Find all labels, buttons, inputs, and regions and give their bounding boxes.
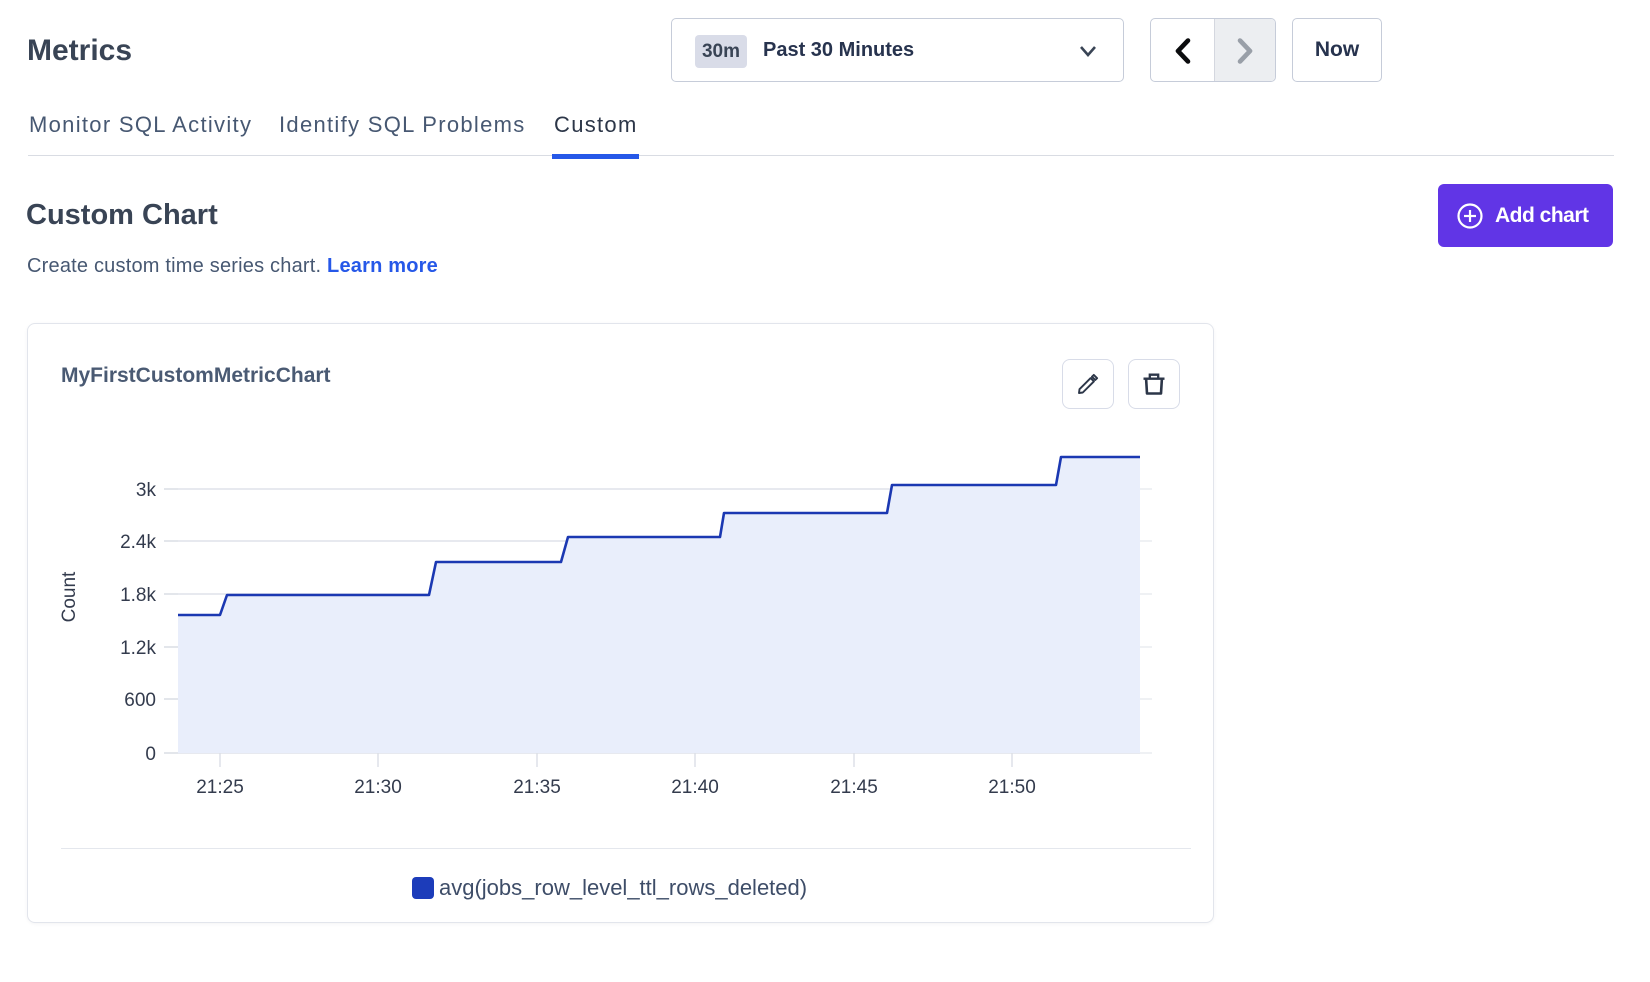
svg-text:Count: Count [59, 571, 80, 622]
svg-text:21:50: 21:50 [988, 777, 1036, 798]
svg-text:21:25: 21:25 [196, 777, 244, 798]
svg-text:21:40: 21:40 [671, 777, 719, 798]
svg-text:21:45: 21:45 [830, 777, 878, 798]
svg-text:1.8k: 1.8k [120, 585, 156, 606]
svg-text:0: 0 [145, 744, 156, 765]
svg-text:1.2k: 1.2k [120, 638, 156, 659]
svg-text:3k: 3k [136, 480, 157, 501]
svg-text:600: 600 [124, 690, 156, 711]
svg-text:2.4k: 2.4k [120, 532, 156, 553]
svg-text:21:30: 21:30 [354, 777, 402, 798]
svg-text:21:35: 21:35 [513, 777, 561, 798]
